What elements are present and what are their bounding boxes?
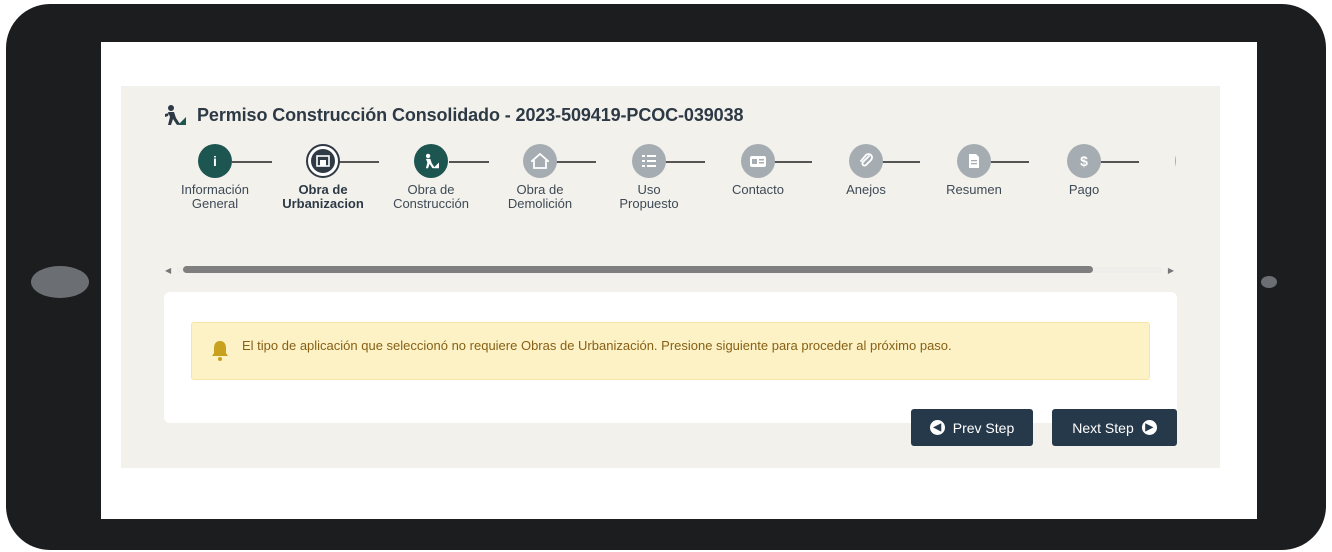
alert-message: El tipo de aplicación que seleccionó no …	[242, 337, 952, 353]
step-resumen[interactable]: Resumen	[919, 143, 1029, 197]
contact-card-icon	[741, 144, 775, 178]
warning-alert: El tipo de aplicación que seleccionó no …	[191, 322, 1150, 380]
content-card: El tipo de aplicación que seleccionó no …	[164, 292, 1177, 423]
step-label: Obra de Demolición	[507, 182, 573, 211]
step-uso-propuesto[interactable]: Uso Propuesto	[594, 143, 704, 211]
step-label: Obra de Construcción	[393, 182, 469, 211]
stepper: i Información General Obra de Urbanizacion	[163, 143, 1176, 238]
step-obra-urbanizacion[interactable]: Obra de Urbanizacion	[268, 143, 378, 211]
step-label: Contacto	[731, 182, 785, 197]
step-pago[interactable]: $ Pago	[1029, 143, 1139, 197]
tablet-frame: Permiso Construcción Consolidado - 2023-…	[6, 4, 1326, 550]
step-obra-construccion[interactable]: Obra de Construcción	[376, 143, 486, 211]
next-step-button[interactable]: Next Step ▶	[1052, 409, 1177, 446]
step-partial[interactable]: Te	[1137, 143, 1176, 197]
checklist-icon	[632, 144, 666, 178]
scroll-left-icon[interactable]: ◀	[165, 266, 171, 275]
prev-step-button[interactable]: ◀ Prev Step	[911, 409, 1033, 446]
step-contacto[interactable]: Contacto	[703, 143, 813, 197]
step-obra-demolicion[interactable]: Obra de Demolición	[485, 143, 595, 211]
main-panel: Permiso Construcción Consolidado - 2023-…	[121, 86, 1220, 468]
step-label: Te	[1137, 183, 1176, 197]
step-label: Uso Propuesto	[619, 182, 679, 211]
step-anejos[interactable]: Anejos	[811, 143, 921, 197]
storefront-icon	[306, 144, 340, 178]
dollar-icon: $	[1067, 144, 1101, 178]
scroll-right-icon[interactable]: ▶	[1168, 266, 1174, 275]
arrow-right-icon: ▶	[1141, 420, 1157, 435]
screen: Permiso Construcción Consolidado - 2023-…	[101, 42, 1257, 519]
info-icon: i	[198, 144, 232, 178]
arrow-left-icon: ◀	[929, 420, 945, 435]
step-label: Pago	[1068, 182, 1100, 197]
step-label: Obra de Urbanizacion	[282, 182, 364, 211]
partial-icon	[1175, 144, 1176, 178]
tablet-home-button	[31, 266, 89, 298]
step-label: Anejos	[846, 182, 886, 197]
page-title: Permiso Construcción Consolidado - 2023-…	[197, 104, 744, 125]
paperclip-icon	[849, 144, 883, 178]
step-label: Información General	[181, 182, 249, 211]
prev-step-label: Prev Step	[952, 419, 1015, 436]
stepper-scrollbar[interactable]: ◀ ▶	[163, 264, 1176, 276]
tablet-camera	[1261, 276, 1277, 288]
bell-icon	[212, 341, 228, 361]
page-header: Permiso Construcción Consolidado - 2023-…	[163, 104, 744, 126]
document-icon	[957, 144, 991, 178]
next-step-label: Next Step	[1072, 419, 1134, 436]
step-informacion-general[interactable]: i Información General	[163, 143, 270, 211]
step-label: Resumen	[946, 182, 1002, 197]
house-icon	[523, 144, 557, 178]
scroll-thumb[interactable]	[183, 266, 1093, 273]
worker-icon	[165, 105, 186, 125]
worker-icon	[414, 144, 448, 178]
